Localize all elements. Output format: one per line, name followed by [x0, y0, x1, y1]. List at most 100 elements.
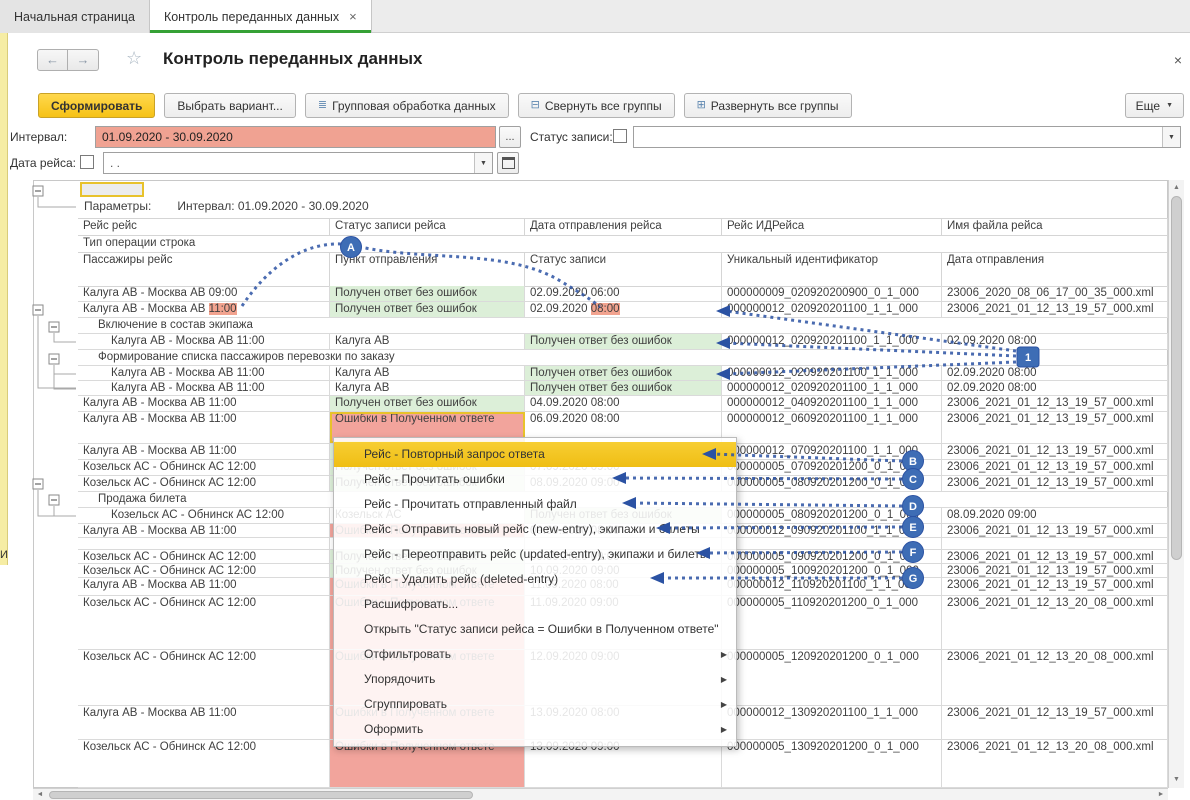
context-menu-item[interactable]: Рейс - Отправить новый рейс (new-entry),…	[334, 517, 736, 542]
cell[interactable]: Калуга АВ	[330, 334, 525, 349]
cell[interactable]: Калуга АВ - Москва АВ 11:00	[78, 524, 330, 537]
cell[interactable]: 02.09.2020 08:00	[525, 302, 722, 317]
cell[interactable]: Калуга АВ	[330, 381, 525, 395]
cell[interactable]: Козельск АС - Обнинск АС 12:00	[78, 650, 330, 705]
cell[interactable]: 000000005_070920201200_0_1_000	[722, 460, 942, 475]
table-row[interactable]: Калуга АВ - Москва АВ 11:00Калуга АВПолу…	[78, 381, 1168, 396]
cell[interactable]: Калуга АВ	[330, 366, 525, 380]
cell[interactable]: Калуга АВ - Москва АВ 11:00	[78, 334, 330, 349]
column-header[interactable]: Статус записи	[525, 253, 722, 286]
column-header[interactable]: Статус записи рейса	[330, 219, 525, 235]
cell[interactable]: Козельск АС - Обнинск АС 12:00	[78, 740, 330, 787]
cell[interactable]: 23006_2021_01_12_13_19_57_000.xml	[942, 412, 1168, 443]
selected-empty-cell[interactable]	[80, 182, 144, 197]
cell[interactable]: 000000005_100920201200_0_1_000	[722, 564, 942, 577]
cell[interactable]: 000000005_090920201200_0_1_000	[722, 550, 942, 563]
cell[interactable]: Калуга АВ - Москва АВ 11:00	[78, 396, 330, 411]
toolbar-button[interactable]: ⊞Развернуть все группы	[684, 93, 852, 118]
interval-more-button[interactable]: ...	[499, 126, 521, 148]
context-menu-item[interactable]: Упорядочить▶	[334, 667, 736, 692]
cell[interactable]: Калуга АВ - Москва АВ 11:00	[78, 381, 330, 395]
tab-control-data[interactable]: Контроль переданных данных×	[150, 0, 372, 33]
cell[interactable]: 000000009_020920200900_0_1_000	[722, 286, 942, 301]
cell[interactable]: 13.09.2020 09:00	[525, 740, 722, 787]
cell[interactable]: 04.09.2020 08:00	[525, 396, 722, 411]
context-menu-item[interactable]: Оформить▶	[334, 717, 736, 742]
vertical-scrollbar-thumb[interactable]	[1171, 196, 1182, 560]
cell[interactable]: Козельск АС - Обнинск АС 12:00	[78, 476, 330, 491]
column-header[interactable]: Дата отправления рейса	[525, 219, 722, 235]
tab-home[interactable]: Начальная страница	[0, 0, 150, 33]
cell[interactable]: 000000012_130920201100_1_1_000	[722, 706, 942, 739]
flight-date-input[interactable]: . . ▼	[103, 152, 493, 174]
cell[interactable]	[722, 538, 942, 549]
cell[interactable]: Козельск АС - Обнинск АС 12:00	[78, 550, 330, 563]
scroll-right-icon[interactable]: ►	[1154, 789, 1168, 800]
cell[interactable]: Получен ответ без ошибок	[330, 286, 525, 301]
table-row[interactable]: Калуга АВ - Москва АВ 11:00Калуга АВПолу…	[78, 334, 1168, 350]
tab-close-icon[interactable]: ×	[349, 10, 357, 23]
cell[interactable]: Калуга АВ - Москва АВ 09:00	[78, 286, 330, 301]
cell[interactable]: Получен ответ без ошибок	[525, 366, 722, 380]
cell[interactable]: 000000012_060920201100_1_1_000	[722, 412, 942, 443]
calendar-button[interactable]	[497, 152, 519, 174]
table-row[interactable]: Калуга АВ - Москва АВ 11:00Получен ответ…	[78, 396, 1168, 412]
cell[interactable]: 000000005_120920201200_0_1_000	[722, 650, 942, 705]
cell[interactable]: 23006_2021_01_12_13_19_57_000.xml	[942, 706, 1168, 739]
column-header[interactable]: Пункт отправления	[330, 253, 525, 286]
cell[interactable]: Козельск АС - Обнинск АС 12:00	[78, 508, 330, 523]
cell[interactable]: 000000005_110920201200_0_1_000	[722, 596, 942, 649]
cell[interactable]: 23006_2021_01_12_13_19_57_000.xml	[942, 564, 1168, 577]
context-menu-item[interactable]: Рейс - Удалить рейс (deleted-entry)	[334, 567, 736, 592]
forward-button[interactable]: →	[68, 49, 99, 71]
scroll-up-icon[interactable]: ▲	[1169, 181, 1184, 195]
cell[interactable]: Козельск АС - Обнинск АС 12:00	[78, 596, 330, 649]
record-status-select[interactable]: ▼	[633, 126, 1181, 148]
cell[interactable]: 23006_2021_01_12_13_19_57_000.xml	[942, 578, 1168, 595]
scroll-down-icon[interactable]: ▼	[1169, 773, 1184, 787]
cell[interactable]: 000000012_070920201100_1_1_000	[722, 444, 942, 459]
table-row[interactable]: Калуга АВ - Москва АВ 11:00Калуга АВПолу…	[78, 366, 1168, 381]
cell[interactable]: 000000005_130920201200_0_1_000	[722, 740, 942, 787]
cell[interactable]: 000000012_020920201100_1_1_000	[722, 381, 942, 395]
cell[interactable]: Калуга АВ - Москва АВ 11:00	[78, 706, 330, 739]
toolbar-button[interactable]: Сформировать	[38, 93, 155, 118]
cell[interactable]: Получен ответ без ошибок	[525, 381, 722, 395]
context-menu-item[interactable]: Расшифровать...	[334, 592, 736, 617]
cell[interactable]: 000000012_020920201100_1_1_000	[722, 334, 942, 349]
interval-input[interactable]: 01.09.2020 - 30.09.2020	[95, 126, 496, 148]
docked-panel-tab[interactable]: И	[0, 33, 8, 565]
cell[interactable]: Получен ответ без ошибок	[330, 302, 525, 317]
chevron-down-icon[interactable]: ▼	[1162, 127, 1180, 147]
table-row[interactable]: Козельск АС - Обнинск АС 12:00Ошибки в П…	[78, 740, 1168, 788]
toolbar-button[interactable]: Выбрать вариант...	[164, 93, 295, 118]
column-header[interactable]: Дата отправления	[942, 253, 1168, 286]
cell[interactable]	[78, 538, 330, 549]
context-menu-item[interactable]: Рейс - Повторный запрос ответа	[334, 442, 736, 467]
cell[interactable]: 23006_2020_08_06_17_00_35_000.xml	[942, 286, 1168, 301]
cell[interactable]: 000000012_090920201100_1_1_000	[722, 524, 942, 537]
table-row[interactable]: Калуга АВ - Москва АВ 09:00Получен ответ…	[78, 286, 1168, 302]
cell[interactable]: 02.09.2020 06:00	[525, 286, 722, 301]
back-button[interactable]: ←	[37, 49, 68, 71]
cell[interactable]	[942, 538, 1168, 549]
cell[interactable]: Калуга АВ - Москва АВ 11:00	[78, 302, 330, 317]
horizontal-scrollbar-thumb[interactable]	[49, 791, 473, 799]
cell[interactable]: 23006_2021_01_12_13_19_57_000.xml	[942, 396, 1168, 411]
cell[interactable]: 23006_2021_01_12_13_20_08_000.xml	[942, 596, 1168, 649]
cell[interactable]: 23006_2021_01_12_13_19_57_000.xml	[942, 476, 1168, 491]
flight-date-checkbox[interactable]	[80, 155, 94, 169]
cell[interactable]: 000000012_020920201100_1_1_000	[722, 302, 942, 317]
cell[interactable]: 08.09.2020 09:00	[942, 508, 1168, 523]
cell[interactable]: Калуга АВ - Москва АВ 11:00	[78, 444, 330, 459]
column-header[interactable]: Рейс рейс	[78, 219, 330, 235]
horizontal-scrollbar[interactable]: ◄ ►	[33, 788, 1168, 800]
column-header[interactable]: Пассажиры рейс	[78, 253, 330, 286]
scroll-left-icon[interactable]: ◄	[33, 789, 47, 800]
context-menu-item[interactable]: Рейс - Переотправить рейс (updated-entry…	[334, 542, 736, 567]
context-menu-item[interactable]: Отфильтровать▶	[334, 642, 736, 667]
cell[interactable]: 23006_2021_01_12_13_19_57_000.xml	[942, 524, 1168, 537]
cell[interactable]: 000000005_080920201200_0_1_000	[722, 476, 942, 491]
cell[interactable]: Козельск АС - Обнинск АС 12:00	[78, 460, 330, 475]
cell[interactable]: 23006_2021_01_12_13_20_08_000.xml	[942, 650, 1168, 705]
